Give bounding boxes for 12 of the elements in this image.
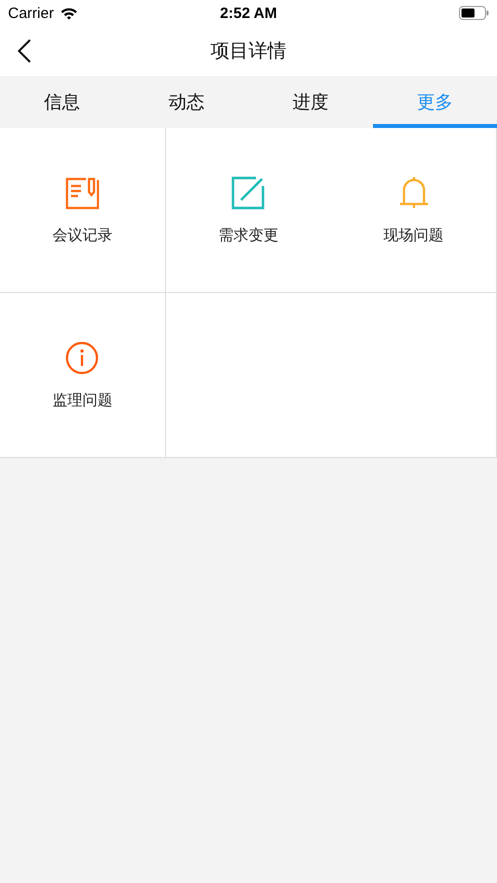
tab[interactable]: 动态 xyxy=(124,76,248,128)
carrier-name: Carrier xyxy=(8,4,54,22)
menu-tile[interactable]: 会议记录 xyxy=(0,128,166,293)
page-title: 项目详情 xyxy=(210,39,286,64)
menu-tile[interactable]: 现场问题 xyxy=(331,128,497,293)
status-time: 2:52 AM xyxy=(220,4,277,22)
menu-tile[interactable]: 监理问题 xyxy=(0,293,166,458)
menu-tile[interactable]: 需求变更 xyxy=(166,128,332,293)
tab[interactable]: 信息 xyxy=(0,76,124,128)
tab[interactable]: 进度 xyxy=(248,76,373,128)
battery-icon xyxy=(459,6,489,20)
wifi-icon xyxy=(60,6,78,20)
